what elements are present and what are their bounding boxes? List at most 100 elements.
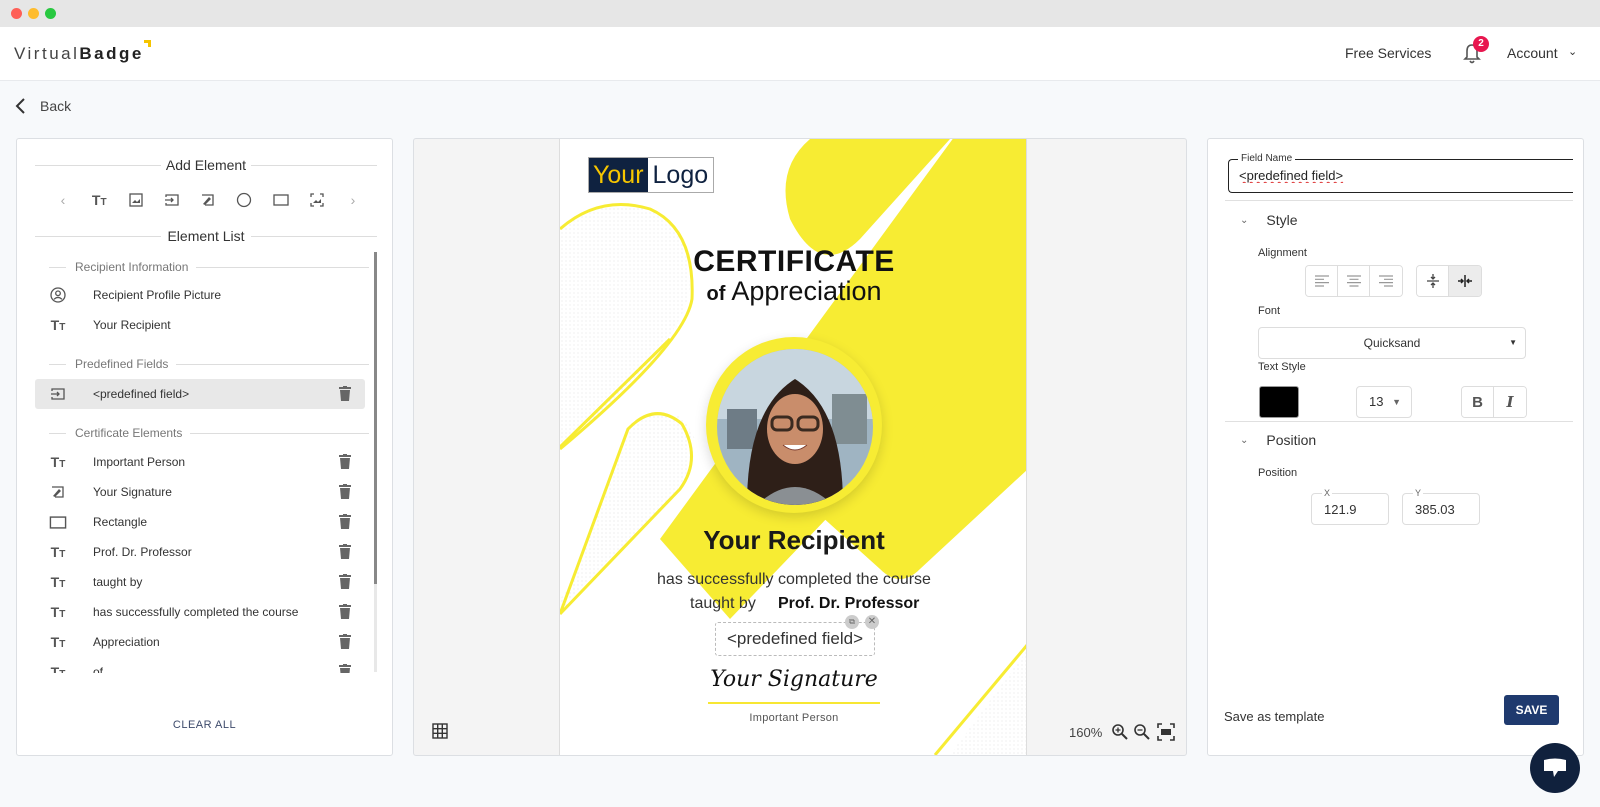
brand-logo[interactable]: VirtualBadge (14, 40, 151, 64)
list-item-predefined-field[interactable]: <predefined field> (35, 379, 365, 409)
trash-icon[interactable] (339, 514, 351, 529)
properties-panel: Field Name ⌄ Style Alignment Font Quicks… (1207, 138, 1584, 756)
save-button[interactable]: SAVE (1504, 695, 1559, 725)
circle-icon (237, 192, 252, 208)
professor-text[interactable]: Prof. Dr. Professor (778, 595, 919, 613)
font-select[interactable]: Quicksand ▼ (1258, 327, 1526, 359)
add-field-tool[interactable] (162, 190, 182, 210)
fit-screen-icon[interactable] (1157, 723, 1175, 741)
zoom-out-icon[interactable] (1133, 723, 1151, 741)
signature-element[interactable]: Your Signature (708, 667, 880, 692)
qr-image-icon (310, 193, 324, 207)
list-item-important-person[interactable]: TT Important Person (35, 447, 365, 477)
taught-by-text[interactable]: taught by (690, 595, 756, 613)
completed-course-text[interactable]: has successfully completed the course (560, 571, 1026, 589)
field-icon (48, 384, 68, 404)
subtitle-of: of (706, 283, 726, 305)
add-placeholder-image-tool[interactable] (307, 190, 327, 210)
position-section-toggle[interactable]: ⌄ Position (1240, 432, 1316, 448)
account-menu[interactable]: Account (1507, 45, 1558, 61)
center-vertical-button[interactable] (1417, 266, 1449, 296)
center-horizontal-button[interactable] (1449, 266, 1481, 296)
position-y-field[interactable]: Y (1402, 488, 1480, 525)
text-icon: TT (50, 634, 66, 650)
list-item-your-signature[interactable]: Your Signature (35, 477, 365, 507)
position-x-field[interactable]: X (1311, 488, 1389, 525)
italic-button[interactable]: I (1494, 387, 1526, 417)
list-item-appreciation[interactable]: TT Appreciation (35, 627, 365, 657)
add-signature-tool[interactable] (198, 190, 218, 210)
window-maximize-button[interactable] (45, 8, 56, 19)
add-image-tool[interactable] (126, 190, 146, 210)
zoom-in-icon[interactable] (1111, 723, 1129, 741)
save-as-template-link[interactable]: Save as template (1224, 709, 1324, 724)
elements-panel: Add Element ‹ TT › Element List Recipien… (16, 138, 393, 756)
divider (1225, 421, 1573, 422)
align-right-button[interactable] (1370, 266, 1402, 296)
chat-button[interactable] (1530, 743, 1580, 793)
add-element-toolbar: ‹ TT › (53, 189, 363, 211)
bold-icon: B (1472, 393, 1483, 411)
trash-icon[interactable] (339, 386, 351, 401)
grid-icon[interactable] (432, 723, 448, 739)
duplicate-icon[interactable]: ⧉ (845, 615, 859, 629)
position-y-input[interactable] (1415, 502, 1475, 517)
align-left-button[interactable] (1306, 266, 1338, 296)
recipient-profile-picture[interactable] (717, 349, 873, 505)
text-icon: TT (50, 317, 66, 333)
add-rectangle-tool[interactable] (271, 190, 291, 210)
field-name-input[interactable] (1239, 168, 1559, 183)
certificate-logo[interactable]: Your Logo (588, 157, 715, 193)
important-person-text[interactable]: Important Person (560, 712, 1026, 724)
rectangle-icon (48, 512, 68, 532)
style-section-toggle[interactable]: ⌄ Style (1240, 212, 1298, 228)
trash-icon[interactable] (339, 484, 351, 499)
add-element-title: Add Element (35, 157, 377, 173)
list-item-your-recipient[interactable]: TT Your Recipient (35, 310, 365, 340)
trash-icon[interactable] (339, 544, 351, 559)
position-x-input[interactable] (1324, 502, 1384, 517)
signature-line[interactable] (708, 702, 880, 704)
toolbar-next-arrow-icon[interactable]: › (343, 190, 363, 210)
window-minimize-button[interactable] (28, 8, 39, 19)
field-name-field[interactable]: Field Name (1228, 153, 1573, 193)
list-item-recipient-profile-picture[interactable]: Recipient Profile Picture (35, 280, 365, 310)
list-item-taught-by[interactable]: TT taught by (35, 567, 365, 597)
certificate-subtitle[interactable]: of Appreciation (560, 276, 1026, 307)
text-color-picker[interactable] (1259, 386, 1299, 418)
font-size-select[interactable]: 13 ▼ (1356, 386, 1412, 418)
list-item-prof-dr-professor[interactable]: TT Prof. Dr. Professor (35, 537, 365, 567)
chevron-left-icon (15, 98, 25, 114)
dropdown-caret-icon: ▼ (1509, 338, 1517, 347)
trash-icon[interactable] (339, 664, 351, 673)
bold-button[interactable]: B (1462, 387, 1494, 417)
divider (1225, 200, 1573, 201)
trash-icon[interactable] (339, 604, 351, 619)
font-select-value: Quicksand (1363, 336, 1421, 350)
certificate-canvas[interactable]: Your Logo CERTIFICATE of Appreciation You… (559, 139, 1027, 755)
recipient-name-text[interactable]: Your Recipient (560, 525, 1026, 556)
add-circle-tool[interactable] (234, 190, 254, 210)
dotted-left-shape (560, 204, 690, 449)
list-item-rectangle[interactable]: Rectangle (35, 507, 365, 537)
toolbar-prev-arrow-icon[interactable]: ‹ (53, 190, 73, 210)
free-services-link[interactable]: Free Services (1345, 45, 1431, 61)
vertical-center-icon (1426, 274, 1439, 288)
close-icon[interactable]: ✕ (865, 615, 879, 629)
image-icon (128, 193, 143, 207)
list-item-of[interactable]: TT of (35, 657, 365, 673)
trash-icon[interactable] (339, 574, 351, 589)
back-button[interactable]: Back (14, 97, 71, 115)
trash-icon[interactable] (339, 454, 351, 469)
brand-name-thin: Virtual (14, 44, 80, 63)
list-item-has-successfully-completed[interactable]: TT has successfully completed the course (35, 597, 365, 627)
add-text-tool[interactable]: TT (89, 190, 109, 210)
trash-icon[interactable] (339, 634, 351, 649)
alignment-label: Alignment (1258, 247, 1307, 259)
align-center-button[interactable] (1338, 266, 1370, 296)
window-close-button[interactable] (11, 8, 22, 19)
chevron-down-icon[interactable]: ⌄ (1568, 45, 1577, 58)
clear-all-button[interactable]: CLEAR ALL (17, 719, 392, 731)
certificate-title[interactable]: CERTIFICATE (560, 245, 1026, 279)
element-list-scrollbar-thumb[interactable] (374, 252, 377, 584)
